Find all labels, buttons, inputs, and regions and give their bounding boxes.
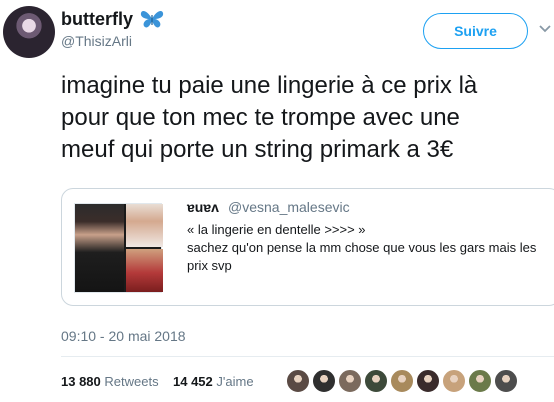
author-display-name[interactable]: butterfly: [61, 9, 133, 30]
likes-label: J'aime: [216, 374, 254, 389]
retweets-count: 13 880: [61, 374, 101, 389]
liker-avatar[interactable]: [416, 369, 440, 393]
liker-avatar[interactable]: [390, 369, 414, 393]
liker-avatar[interactable]: [286, 369, 310, 393]
quoted-tweet-media[interactable]: [74, 203, 163, 293]
media-image-top: [126, 204, 163, 247]
retweets-label: Retweets: [104, 374, 159, 389]
liker-avatar[interactable]: [494, 369, 518, 393]
quoted-tweet[interactable]: ɐuɐʌ @vesna_malesevic « la lingerie en d…: [61, 188, 554, 306]
author-handle[interactable]: @ThisizArli: [61, 33, 132, 49]
stats-divider: [61, 356, 554, 357]
tweet-timestamp[interactable]: 09:10 - 20 mai 2018: [61, 328, 186, 344]
quoted-author-handle: @vesna_malesevic: [228, 199, 350, 215]
quoted-author-name: ɐuɐʌ: [187, 199, 219, 215]
tweet-text: imagine tu paie une lingerie à ce prix l…: [61, 72, 478, 163]
liker-avatar[interactable]: [468, 369, 492, 393]
author-avatar[interactable]: [3, 6, 55, 58]
liker-avatar[interactable]: [312, 369, 336, 393]
liker-avatar[interactable]: [338, 369, 362, 393]
likes-count: 14 452: [173, 374, 213, 389]
quoted-tweet-text: « la lingerie en dentelle >>>> » sachez …: [187, 222, 537, 273]
likes-stat[interactable]: 14 452 J'aime: [173, 374, 254, 389]
media-image-main: [75, 204, 124, 292]
butterfly-icon: [140, 11, 164, 28]
liker-avatar[interactable]: [364, 369, 388, 393]
retweets-stat[interactable]: 13 880 Retweets: [61, 374, 159, 389]
follow-button[interactable]: Suivre: [423, 13, 528, 49]
chevron-down-icon[interactable]: [538, 24, 552, 34]
media-image-bottom: [126, 249, 163, 292]
liker-avatar[interactable]: [442, 369, 466, 393]
